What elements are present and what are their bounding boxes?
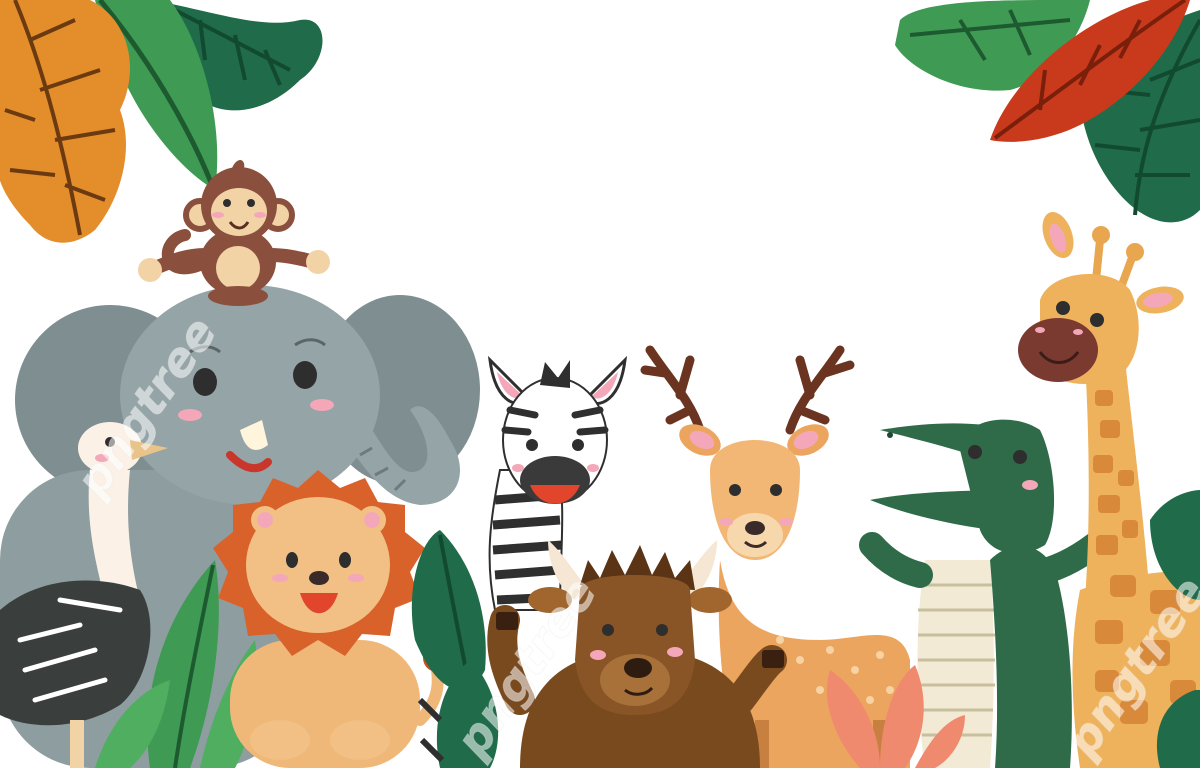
ostrich-leg [70, 720, 84, 768]
lion-left-eye [286, 552, 298, 568]
monkey-right-eye [247, 199, 255, 207]
lion-right-eye [339, 552, 351, 568]
top-right-leaves [895, 0, 1200, 223]
deer-nose [745, 521, 765, 535]
orange-leaf-top-left [0, 0, 130, 243]
lion-nose [309, 571, 329, 585]
deer-right-eye [770, 484, 782, 496]
deer-right-antler [785, 345, 855, 435]
zebra-left-eye [526, 439, 538, 451]
monkey [138, 160, 330, 306]
monkey-left-eye [223, 199, 231, 207]
crocodile-right-arm [1017, 532, 1108, 588]
deer-left-antler [640, 345, 705, 435]
jungle-animals-illustration: pngtree pngtree pngtree [0, 0, 1200, 768]
giraffe-left-eye [1056, 301, 1070, 315]
zebra-right-eye [572, 439, 584, 451]
bison-right-eye [656, 624, 668, 636]
deer-left-eye [729, 484, 741, 496]
giraffe-muzzle [1018, 318, 1098, 382]
giraffe-right-eye [1090, 313, 1104, 327]
bison-right-ear [688, 587, 732, 613]
giraffe-neck [1085, 360, 1150, 600]
bison-left-eye [602, 624, 614, 636]
crocodile-left-arm [859, 532, 933, 588]
zebra-mane [540, 360, 570, 388]
bison-nose [624, 658, 652, 678]
elephant-right-eye [293, 361, 317, 389]
